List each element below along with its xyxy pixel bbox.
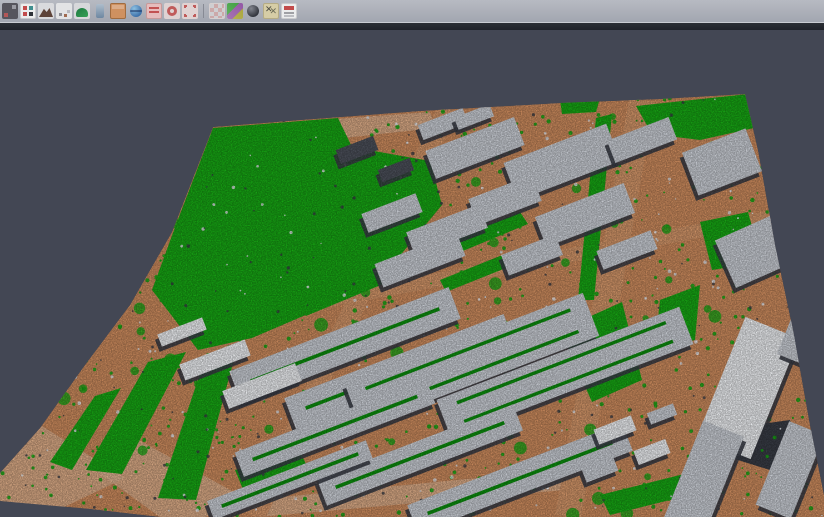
app-window [0, 0, 824, 517]
checker-layer-icon[interactable] [209, 3, 225, 19]
registration-points-icon[interactable] [20, 3, 36, 19]
crossed-pages-icon[interactable] [263, 3, 279, 19]
toolbar-shadow-strip [0, 23, 824, 30]
point-cloud-scene [0, 0, 824, 517]
terrain-profile-icon[interactable] [38, 3, 54, 19]
green-mound-icon[interactable] [74, 3, 90, 19]
colormap-icon[interactable] [227, 3, 243, 19]
toolbar [0, 0, 824, 23]
red-ring-icon[interactable] [164, 3, 180, 19]
pixel-grid-icon[interactable] [2, 3, 18, 19]
orange-tile-icon[interactable] [110, 3, 126, 19]
selection-brackets-icon[interactable] [182, 3, 198, 19]
scatter-points-icon[interactable] [56, 3, 72, 19]
red-bar-document-icon[interactable] [281, 3, 297, 19]
vertical-slice-icon[interactable] [92, 3, 108, 19]
red-stripes-icon[interactable] [146, 3, 162, 19]
toolbar-separator [203, 4, 204, 18]
globe-icon[interactable] [128, 3, 144, 19]
dark-sphere-icon[interactable] [245, 3, 261, 19]
